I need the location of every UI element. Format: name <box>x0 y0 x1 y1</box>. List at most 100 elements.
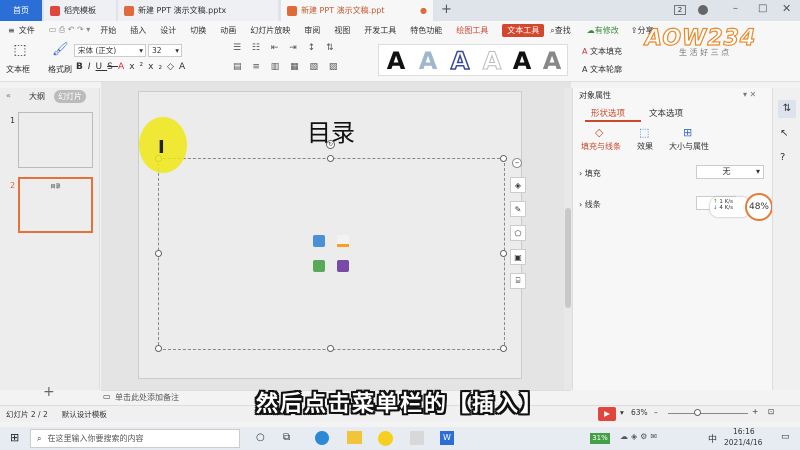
textbox-button-label[interactable]: 文本框 <box>6 64 30 75</box>
content-placeholder[interactable] <box>158 158 505 350</box>
sub-effect[interactable]: 效果 <box>637 141 653 152</box>
taskbar-search[interactable]: ⌕ 在这里输入你要搜索的内容 <box>30 429 240 448</box>
resize-handle-b[interactable] <box>327 345 334 352</box>
menu-slideshow[interactable]: 幻灯片放映 <box>250 25 290 36</box>
wordart-style-bold-black[interactable]: A <box>507 46 537 76</box>
tab-slides[interactable]: 幻灯片 <box>54 90 86 103</box>
wordart-style-light-blue[interactable]: A <box>413 46 443 76</box>
help-icon[interactable]: ? <box>780 152 785 163</box>
resize-handle-r[interactable] <box>500 250 507 257</box>
select-icon[interactable]: ↖ <box>780 128 788 139</box>
format-painter-label[interactable]: 格式刷 <box>48 64 72 75</box>
search-button[interactable]: ⌕查找 <box>550 25 570 36</box>
window-count-badge[interactable]: 2 <box>674 5 686 15</box>
layers-icon[interactable]: ◈ <box>510 177 526 193</box>
menu-review[interactable]: 审阅 <box>304 25 320 36</box>
ime-indicator[interactable]: 中 <box>708 432 717 445</box>
border-icon[interactable]: ▣ <box>510 249 526 265</box>
slide-thumbnail-1[interactable] <box>18 112 93 168</box>
wordart-style-outline-gray[interactable]: A <box>477 46 507 76</box>
resize-handle-bl[interactable] <box>155 345 162 352</box>
menu-switch[interactable]: 切换 <box>190 25 206 36</box>
wps-icon[interactable]: W <box>440 431 454 445</box>
sub-size-attr[interactable]: 大小与属性 <box>669 141 709 152</box>
collapse-panel-icon[interactable]: « <box>6 91 11 100</box>
tab-text-options[interactable]: 文本选项 <box>649 107 683 119</box>
menu-text-tools[interactable]: 文本工具 <box>502 23 545 37</box>
menu-file[interactable]: 文件 <box>19 25 35 36</box>
fill-select[interactable]: 无 ▾ <box>696 165 764 179</box>
insert-chart-icon[interactable] <box>337 235 349 247</box>
wordart-style-outline-blue[interactable]: A <box>445 46 475 76</box>
slide-thumbnail-2[interactable]: 目录 <box>18 177 93 233</box>
app-icon[interactable] <box>378 431 393 446</box>
tab-home[interactable]: 首页 <box>0 0 42 21</box>
tab-shape-options[interactable]: 形状选项 <box>591 107 625 119</box>
clock-time[interactable]: 16:16 <box>733 427 755 436</box>
align-buttons[interactable]: ▤ ≡ ▥ ▦ ▧ ▨ <box>233 62 341 72</box>
tab-template[interactable]: 稻壳模板 <box>44 0 116 21</box>
scrollbar-thumb[interactable] <box>565 208 571 308</box>
close-icon[interactable]: ✕ <box>782 2 791 15</box>
rotate-handle-icon[interactable]: ↻ <box>326 140 335 149</box>
wordart-style-black[interactable]: A <box>381 46 411 76</box>
canvas-scrollbar[interactable] <box>564 88 572 390</box>
insert-media-icon[interactable] <box>337 260 349 272</box>
unmodified-status[interactable]: ☁有修改 <box>587 25 619 36</box>
size-icon[interactable]: ⊞ <box>683 126 692 139</box>
tray-icons[interactable]: ☁◈⚙✉ <box>620 432 660 441</box>
menu-view[interactable]: 视图 <box>334 25 350 36</box>
font-style-buttons[interactable]: BIUSAx²x₂◇A <box>76 62 190 72</box>
fill-bucket-icon[interactable]: ⬠ <box>510 225 526 241</box>
font-size-select[interactable]: 32 ▾ <box>148 44 182 57</box>
insert-table-icon[interactable] <box>313 260 325 272</box>
windows-start-icon[interactable]: ⊞ <box>10 432 22 444</box>
edge-icon[interactable] <box>315 431 329 445</box>
tab-file2[interactable]: 新建 PPT 演示文稿.ppt ● <box>281 0 433 21</box>
resize-handle-t[interactable] <box>327 155 334 162</box>
minimize-icon[interactable]: – <box>733 3 738 14</box>
battery-indicator[interactable]: 31% <box>590 433 610 444</box>
textbox-icon[interactable]: ⬚ <box>8 42 32 60</box>
panel-close-icon[interactable]: ▾ ✕ <box>743 90 756 99</box>
hamburger-icon[interactable]: ≡ <box>8 26 15 35</box>
fill-line-icon[interactable]: ◇ <box>595 126 603 139</box>
menu-design[interactable]: 设计 <box>160 25 176 36</box>
clock-date[interactable]: 2021/4/16 <box>724 438 762 447</box>
notification-icon[interactable]: ▭ <box>781 432 790 442</box>
tab-file1[interactable]: 新建 PPT 演示文稿.pptx <box>118 0 278 21</box>
menu-devtools[interactable]: 开发工具 <box>364 25 396 36</box>
menu-features[interactable]: 特色功能 <box>410 25 442 36</box>
file-explorer-icon[interactable] <box>347 431 362 444</box>
menu-insert[interactable]: 插入 <box>130 25 146 36</box>
tab-outline[interactable]: 大纲 <box>29 91 45 102</box>
cortana-icon[interactable]: ○ <box>256 432 265 443</box>
text-wrap-icon[interactable]: ⌸ <box>510 273 526 289</box>
avatar[interactable] <box>698 5 708 15</box>
menu-drawing-tools[interactable]: 绘图工具 <box>456 25 488 36</box>
menu-animation[interactable]: 动画 <box>220 25 236 36</box>
text-outline-button[interactable]: A 文本轮廓 <box>582 64 622 75</box>
resize-handle-br[interactable] <box>500 345 507 352</box>
fill-label[interactable]: › 填充 <box>579 168 601 179</box>
collapse-tools-icon[interactable]: – <box>512 158 522 168</box>
text-fill-button[interactable]: A 文本填充 <box>582 46 622 57</box>
properties-icon[interactable]: ⇅ <box>778 100 796 118</box>
resize-handle-l[interactable] <box>155 250 162 257</box>
pen-icon[interactable]: ✎ <box>510 201 526 217</box>
task-view-icon[interactable]: ⧉ <box>283 432 290 443</box>
resize-handle-tr[interactable] <box>500 155 507 162</box>
maximize-icon[interactable]: □ <box>758 3 767 14</box>
new-tab-button[interactable]: + <box>441 2 452 17</box>
wordart-style-gray[interactable]: A <box>537 46 567 76</box>
format-painter-icon[interactable]: 🖌 <box>52 42 70 60</box>
line-label[interactable]: › 线条 <box>579 199 601 210</box>
menu-start[interactable]: 开始 <box>100 25 116 36</box>
font-name-select[interactable]: 宋体 (正文) ▾ <box>74 44 146 57</box>
insert-picture-icon[interactable] <box>313 235 325 247</box>
effect-icon[interactable]: ⬚ <box>639 126 649 139</box>
quick-access-icons[interactable]: ▭ ⎙ ↶ ↷ ▾ <box>49 25 91 35</box>
sub-fill-line[interactable]: 填充与线条 <box>581 141 621 152</box>
app2-icon[interactable] <box>410 431 424 445</box>
wordart-gallery[interactable]: A A A A A A <box>378 44 568 76</box>
